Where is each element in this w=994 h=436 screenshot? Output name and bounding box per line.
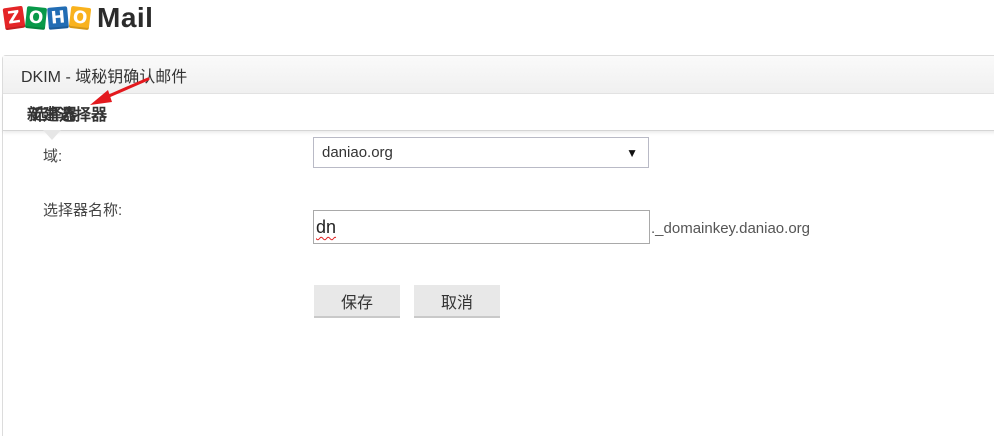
domain-label: 域: bbox=[43, 148, 63, 165]
zoho-mail-logo: Z O H O Mail bbox=[2, 2, 154, 33]
cancel-button[interactable]: 取消 bbox=[414, 285, 500, 318]
domain-select-value: daniao.org bbox=[322, 144, 393, 161]
section-title: 新建选择器 bbox=[27, 107, 108, 124]
logo-tile-z: Z bbox=[2, 5, 26, 31]
logo-tile-o1: O bbox=[24, 6, 48, 30]
domainkey-suffix: ._domainkey.daniao.org bbox=[651, 220, 810, 237]
domain-select[interactable]: daniao.org ▼ bbox=[313, 137, 649, 168]
selector-name-label: 选择器名称: bbox=[43, 202, 123, 219]
save-button[interactable]: 保存 bbox=[314, 285, 400, 318]
tab-pointer-icon bbox=[43, 130, 61, 140]
dropdown-arrow-icon: ▼ bbox=[626, 146, 638, 160]
selector-name-input[interactable]: dn bbox=[313, 210, 650, 244]
logo-tile-h: H bbox=[47, 6, 69, 30]
logo-product-name: Mail bbox=[97, 2, 154, 33]
logo-tile-o2: O bbox=[68, 5, 92, 31]
selector-name-value: dn bbox=[316, 217, 337, 237]
dkim-panel: DKIM - 域秘钥确认邮件 选择器 bbox=[2, 55, 994, 436]
